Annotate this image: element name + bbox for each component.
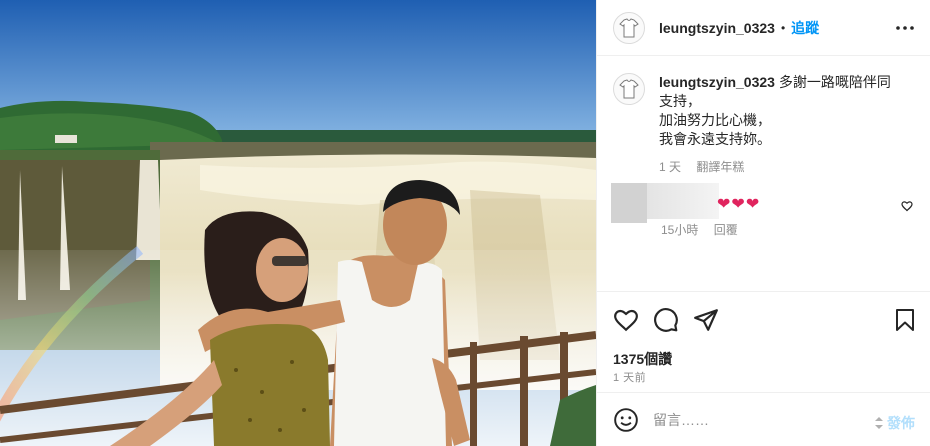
post-header: leungtszyin_0323 • 追蹤 <box>597 0 930 56</box>
blurred-avatar <box>611 183 647 223</box>
comment-bubble-icon[interactable] <box>653 307 679 338</box>
post-author-username[interactable]: leungtszyin_0323 <box>659 20 775 36</box>
heart-icon[interactable] <box>901 199 913 217</box>
reply-button[interactable]: 回覆 <box>714 223 738 237</box>
caption-line: 我會永遠支持妳。 <box>659 131 771 147</box>
separator-dot: • <box>780 20 786 35</box>
comment-text: ❤❤❤ <box>717 196 761 213</box>
likes-count[interactable]: 1375個讚 <box>613 349 672 369</box>
heart-icon[interactable] <box>613 307 639 338</box>
add-comment-bar: 發佈 <box>597 394 930 446</box>
shirt-avatar-icon[interactable] <box>613 73 645 105</box>
waterfall-couple-image <box>0 0 596 446</box>
caption-line: 支持， <box>659 93 701 109</box>
emoji-smile-icon[interactable] <box>613 407 639 433</box>
shirt-avatar-icon[interactable] <box>613 11 645 44</box>
comment-meta: 15小時 回覆 <box>661 221 750 238</box>
follow-button[interactable]: 追蹤 <box>791 18 819 38</box>
paper-plane-icon[interactable] <box>693 307 719 338</box>
post-side-panel: leungtszyin_0323 • 追蹤 leungtszyin_0323 多… <box>596 0 930 446</box>
translate-link[interactable]: 翻譯年糕 <box>696 160 744 174</box>
caption-age: 1 天 <box>659 160 682 174</box>
caption-username[interactable]: leungtszyin_0323 <box>659 74 775 90</box>
bookmark-icon[interactable] <box>893 307 917 338</box>
comment-item: ❤❤❤ 15小時 回覆 <box>611 183 917 241</box>
caption-first-line: 多謝一路嘅陪伴同 <box>778 74 891 90</box>
blurred-username <box>647 183 719 219</box>
comments-section: leungtszyin_0323 多謝一路嘅陪伴同 支持， 加油努力比心機， 我… <box>597 57 930 292</box>
post-comment-button[interactable]: 發佈 <box>873 413 915 433</box>
post-photo[interactable] <box>0 0 596 446</box>
post-comment-label: 發佈 <box>887 415 915 431</box>
post-caption: leungtszyin_0323 多謝一路嘅陪伴同 支持， 加油努力比心機， 我… <box>613 73 915 177</box>
caption-text: leungtszyin_0323 多謝一路嘅陪伴同 支持， 加油努力比心機， 我… <box>659 73 911 177</box>
action-icons <box>613 307 917 335</box>
caption-line: 加油努力比心機， <box>659 112 771 128</box>
caption-meta: 1 天 翻譯年糕 <box>659 158 911 177</box>
resize-grip-icon <box>875 417 883 429</box>
post-time: 1 天前 <box>613 372 647 384</box>
comment-input[interactable] <box>653 412 863 428</box>
post-actions: 1375個讚 1 天前 <box>597 293 930 393</box>
more-dots-icon[interactable] <box>895 18 915 38</box>
comment-age: 15小時 <box>661 223 699 237</box>
